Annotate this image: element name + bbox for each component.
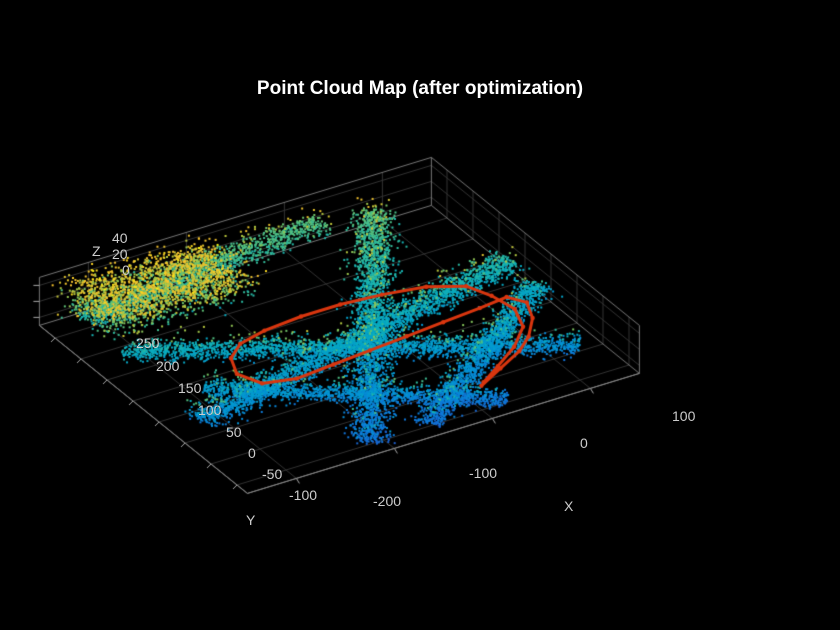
z-tick: 20 <box>112 246 128 262</box>
x-axis-label: X <box>564 498 573 514</box>
z-tick: 0 <box>122 262 130 278</box>
y-tick: 150 <box>178 380 201 396</box>
chart-title: Point Cloud Map (after optimization) <box>0 78 840 100</box>
y-tick: 50 <box>226 424 242 440</box>
y-axis-label: Y <box>246 512 255 528</box>
y-tick: 250 <box>136 335 159 351</box>
z-tick: 40 <box>112 230 128 246</box>
x-tick: -100 <box>469 465 497 481</box>
z-axis-label: Z <box>92 243 101 259</box>
y-tick: 0 <box>248 445 256 461</box>
x-tick: 100 <box>672 408 695 424</box>
plot-3d[interactable]: Point Cloud Map (after optimization) X Y… <box>0 0 840 630</box>
x-tick: 0 <box>580 435 588 451</box>
x-tick: -200 <box>373 493 401 509</box>
y-tick: -100 <box>289 487 317 503</box>
y-tick: 200 <box>156 358 179 374</box>
y-tick: 100 <box>198 402 221 418</box>
y-tick: -50 <box>262 466 282 482</box>
